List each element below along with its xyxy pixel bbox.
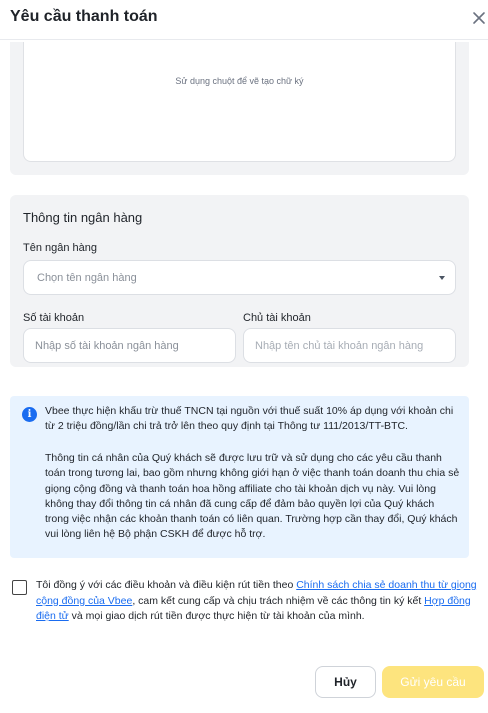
info-icon: i: [22, 407, 37, 422]
notice-paragraph-privacy: Thông tin cá nhân của Quý khách sẽ được …: [45, 452, 460, 541]
dialog-title: Yêu cầu thanh toán: [10, 8, 158, 25]
consent-text: Tôi đồng ý với các điều khoản và điều ki…: [36, 578, 482, 625]
account-holder-label: Chủ tài khoản: [243, 312, 311, 324]
bank-name-placeholder: Chọn tên ngân hàng: [37, 271, 137, 284]
cancel-button[interactable]: Hủy: [315, 666, 376, 698]
account-holder-placeholder: Nhập tên chủ tài khoản ngân hàng: [255, 339, 424, 352]
account-number-placeholder: Nhập số tài khoản ngân hàng: [35, 339, 179, 352]
close-icon[interactable]: [468, 7, 488, 29]
account-number-input[interactable]: Nhập số tài khoản ngân hàng: [23, 328, 236, 363]
bank-info-section: Thông tin ngân hàng Tên ngân hàng Chọn t…: [10, 195, 469, 367]
consent-checkbox[interactable]: [12, 580, 27, 595]
signature-hint: Sử dụng chuột để vẽ tạo chữ ký: [175, 76, 304, 86]
account-holder-input[interactable]: Nhập tên chủ tài khoản ngân hàng: [243, 328, 456, 363]
dialog-header: Yêu cầu thanh toán: [0, 0, 488, 40]
bank-name-select[interactable]: Chọn tên ngân hàng: [23, 260, 456, 295]
consent-text-part3: và mọi giao dịch rút tiền được thực hiện…: [68, 610, 365, 622]
submit-request-button[interactable]: Gửi yêu cầu: [382, 666, 484, 698]
consent-text-part2: , cam kết cung cấp và chịu trách nhiệm v…: [132, 594, 425, 607]
account-number-label: Số tài khoản: [23, 312, 85, 324]
bank-name-label: Tên ngân hàng: [23, 242, 98, 254]
signature-pad[interactable]: Sử dụng chuột để vẽ tạo chữ ký: [23, 42, 456, 162]
consent-text-part1: Tôi đồng ý với các điều khoản và điều ki…: [36, 579, 297, 591]
bank-section-title: Thông tin ngân hàng: [23, 210, 143, 225]
signature-section: Sử dụng chuột để vẽ tạo chữ ký: [10, 42, 469, 175]
tax-notice: i Vbee thực hiện khấu trừ thuế TNCN tại …: [10, 396, 469, 558]
chevron-down-icon: [439, 276, 445, 280]
notice-paragraph-tax: Vbee thực hiện khấu trừ thuế TNCN tại ng…: [45, 405, 454, 433]
